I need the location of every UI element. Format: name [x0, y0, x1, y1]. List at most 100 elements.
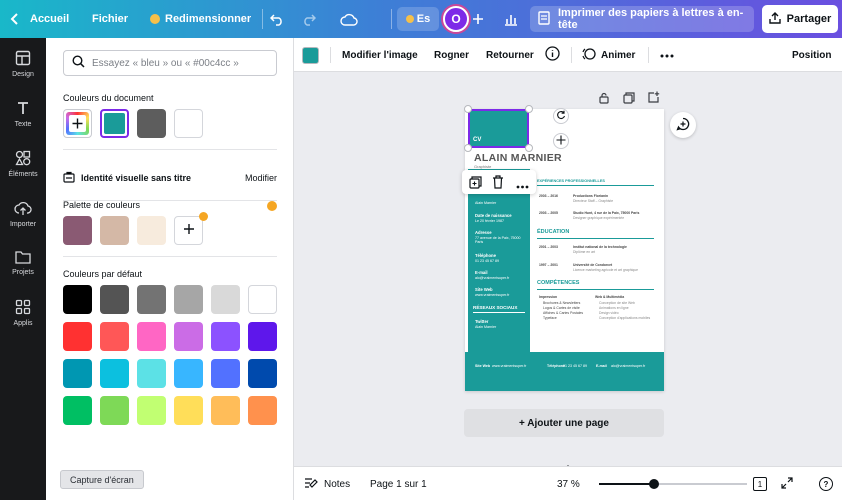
default-color-swatch[interactable] — [100, 322, 129, 351]
cv-skill-item: Affiches & Cartes Postales — [543, 311, 584, 315]
share-button[interactable]: Partager — [762, 5, 838, 33]
zoom-slider-knob[interactable] — [648, 479, 659, 489]
cv-exp-desc: Designer graphique expérimentée — [573, 216, 625, 220]
default-color-swatch[interactable] — [174, 322, 203, 351]
add-color-button[interactable] — [63, 109, 92, 138]
rail-item-elements[interactable]: Éléments — [0, 150, 46, 178]
more-horizontal-icon[interactable] — [516, 180, 529, 192]
palette-color-swatch[interactable] — [63, 216, 92, 245]
add-collaborator-button[interactable] — [472, 0, 484, 38]
default-color-swatch[interactable] — [211, 285, 240, 314]
more-horizontal-icon — [660, 50, 674, 61]
default-color-swatch[interactable] — [63, 285, 92, 314]
document-page[interactable]: CV ALAIN MARNIER Graphiste Alain Marnier… — [465, 109, 664, 391]
insights-button[interactable] — [504, 0, 518, 38]
zoom-value[interactable]: 37 % — [557, 467, 580, 500]
default-color-swatch[interactable] — [63, 396, 92, 425]
zoom-slider[interactable] — [599, 479, 747, 489]
resize-handle[interactable] — [525, 144, 533, 152]
animate-icon — [582, 47, 596, 64]
move-handle[interactable] — [553, 133, 569, 149]
default-color-swatch[interactable] — [211, 322, 240, 351]
undo-button[interactable] — [270, 0, 284, 38]
default-color-swatch[interactable] — [211, 359, 240, 388]
flip-label: Retourner — [486, 49, 534, 61]
divider — [571, 47, 572, 63]
cloud-save-button[interactable] — [340, 0, 358, 38]
duplicate-page-button[interactable] — [623, 92, 635, 107]
page-count-button[interactable]: 1 — [753, 467, 767, 500]
default-color-swatch[interactable] — [248, 285, 277, 314]
default-color-swatch[interactable] — [248, 322, 277, 351]
language-button[interactable]: Es — [397, 7, 439, 31]
rail-item-text[interactable]: Texte — [0, 100, 46, 128]
notes-button[interactable]: Notes — [304, 467, 350, 500]
default-color-swatch[interactable] — [174, 285, 203, 314]
rotate-handle[interactable] — [553, 108, 569, 124]
crop-button[interactable]: Rogner — [434, 38, 469, 72]
rail-item-apps[interactable]: Applis — [0, 299, 46, 327]
resize-handle[interactable] — [464, 144, 472, 152]
position-button[interactable]: Position — [792, 38, 831, 72]
default-color-swatch[interactable] — [137, 322, 166, 351]
rail-label-upload: Importer — [9, 221, 37, 228]
palette-color-swatch[interactable] — [137, 216, 166, 245]
edit-image-button[interactable]: Modifier l'image — [342, 38, 418, 72]
info-button[interactable] — [545, 38, 560, 72]
brand-kit-edit-link[interactable]: Modifier — [245, 173, 277, 183]
default-color-swatch[interactable] — [100, 285, 129, 314]
default-color-swatch[interactable] — [174, 396, 203, 425]
document-color-swatch[interactable] — [137, 109, 166, 138]
document-color-swatch[interactable] — [174, 109, 203, 138]
default-color-swatch[interactable] — [100, 359, 129, 388]
flip-button[interactable]: Retourner — [486, 38, 534, 72]
lock-button[interactable] — [598, 92, 610, 107]
default-color-swatch[interactable] — [137, 285, 166, 314]
cv-social-title: RÉSEAUX SOCIAUX — [473, 305, 518, 310]
selected-color-button[interactable] — [302, 38, 319, 72]
avatar[interactable]: O — [443, 6, 469, 32]
default-color-swatch[interactable] — [100, 396, 129, 425]
redo-icon — [302, 12, 316, 26]
resize-button[interactable]: Redimensionner — [150, 0, 251, 38]
cv-education-title: ÉDUCATION — [537, 229, 570, 235]
default-color-swatch[interactable] — [63, 359, 92, 388]
fullscreen-button[interactable] — [781, 467, 793, 500]
default-color-swatch[interactable] — [137, 359, 166, 388]
animate-button[interactable]: Animer — [582, 38, 635, 72]
divider — [537, 185, 654, 186]
add-page-icon-button[interactable] — [648, 91, 660, 106]
add-palette-color-button[interactable] — [174, 216, 203, 245]
help-button[interactable]: ? — [819, 467, 833, 500]
default-color-swatch[interactable] — [211, 396, 240, 425]
selection-frame[interactable] — [468, 109, 529, 148]
default-color-swatch[interactable] — [248, 396, 277, 425]
default-color-swatch[interactable] — [174, 359, 203, 388]
resize-handle[interactable] — [464, 105, 472, 113]
default-color-swatch[interactable] — [137, 396, 166, 425]
rail-item-design[interactable]: Design — [0, 50, 46, 78]
rail-item-upload[interactable]: Importer — [0, 200, 46, 228]
cv-name: ALAIN MARNIER — [474, 152, 562, 164]
default-color-swatch[interactable] — [63, 322, 92, 351]
rail-item-projects[interactable]: Projets — [0, 250, 46, 276]
cv-footer-label: E-mail — [596, 364, 607, 368]
more-options-button[interactable] — [660, 38, 674, 72]
page-info[interactable]: Page 1 sur 1 — [370, 467, 427, 500]
home-button[interactable]: Accueil — [10, 0, 69, 38]
trash-icon[interactable] — [492, 175, 504, 192]
cv-edu-desc: Licence marketing agricole et art graphi… — [573, 268, 639, 272]
add-page-button[interactable]: + Ajouter une page — [464, 409, 664, 437]
comment-button[interactable] — [670, 112, 696, 138]
document-color-swatch[interactable] — [100, 109, 129, 138]
color-search-input[interactable]: Essayez « bleu » ou « #00c4cc » — [63, 50, 277, 76]
crown-icon — [267, 201, 277, 211]
print-letterhead-button[interactable]: Imprimer des papiers à lettres à en-tête — [530, 6, 754, 32]
file-menu[interactable]: Fichier — [92, 0, 128, 38]
duplicate-element-button[interactable] — [469, 176, 482, 192]
redo-button[interactable] — [302, 0, 316, 38]
default-color-swatch[interactable] — [248, 359, 277, 388]
resize-handle[interactable] — [525, 105, 533, 113]
brand-kit-title: Identité visuelle sans titre — [81, 173, 192, 183]
palette-color-swatch[interactable] — [100, 216, 129, 245]
